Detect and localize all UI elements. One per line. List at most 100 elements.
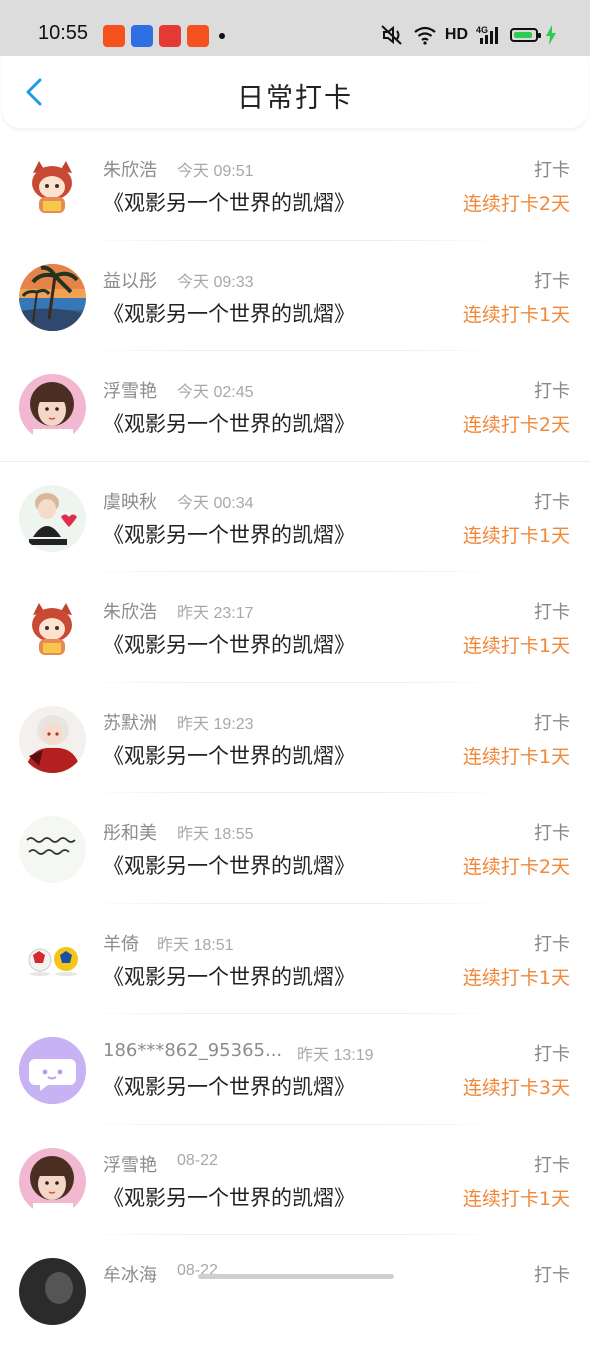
- checkin-content: 《观影另一个世界的凯熠》: [103, 633, 355, 657]
- checkin-action-label: 打卡: [534, 491, 570, 513]
- streak-label: 连续打卡3天: [462, 1077, 570, 1099]
- checkin-row[interactable]: 朱欣浩 今天 09:51 《观影另一个世界的凯熠》 打卡 连续打卡2天: [0, 130, 590, 241]
- user-name: 虞映秋: [103, 491, 157, 513]
- checkin-content: 《观影另一个世界的凯熠》: [103, 191, 355, 215]
- user-name: 朱欣浩: [103, 602, 157, 623]
- checkin-content: 《观影另一个世界的凯熠》: [103, 854, 355, 878]
- user-name: 浮雪艳: [103, 381, 157, 402]
- status-time: 10:55: [38, 22, 89, 44]
- status-bar: 10:55 HD 4G: [0, 0, 590, 56]
- dark-photo-avatar-image: [19, 1258, 86, 1325]
- checkin-time: 昨天 13:19: [297, 1047, 374, 1064]
- handwriting-avatar-image: [19, 816, 86, 883]
- user-avatar[interactable]: [19, 595, 86, 662]
- checkin-row[interactable]: 牟冰海 08-22 打卡: [0, 1235, 590, 1346]
- checkin-action-label: 打卡: [534, 1044, 570, 1065]
- user-avatar[interactable]: [19, 816, 86, 883]
- soccer-balls-avatar-image: [19, 926, 86, 994]
- checkin-time: 昨天 19:23: [177, 715, 254, 733]
- checkin-list: 朱欣浩 今天 09:51 《观影另一个世界的凯熠》 打卡 连续打卡2天 益以彤 …: [0, 130, 590, 1346]
- user-avatar[interactable]: [19, 926, 86, 994]
- streak-label: 连续打卡1天: [462, 635, 570, 657]
- streak-label: 连续打卡2天: [462, 193, 570, 215]
- top-app-bar: 日常打卡: [2, 56, 588, 128]
- streak-label: 连续打卡1天: [462, 966, 570, 989]
- checkin-time: 今天 02:45: [177, 384, 254, 401]
- checkin-content: 《观影另一个世界的凯熠》: [103, 412, 355, 436]
- battery-icon: [510, 28, 541, 42]
- streak-label: 连续打卡1天: [462, 524, 570, 547]
- streak-label: 连续打卡1天: [462, 1187, 570, 1210]
- user-avatar[interactable]: [19, 1147, 86, 1215]
- status-app-icons: [103, 25, 225, 47]
- checkin-action-label: 打卡: [534, 602, 570, 623]
- checkin-action-label: 打卡: [534, 270, 570, 292]
- streak-label: 连续打卡2天: [462, 856, 570, 878]
- more-notifications-dot: [219, 33, 225, 39]
- anime-character-avatar-image: [19, 153, 86, 220]
- user-avatar[interactable]: [19, 1037, 86, 1104]
- checkin-time: 08-22: [177, 1151, 218, 1169]
- anime-character-avatar-image: [19, 595, 86, 662]
- user-avatar[interactable]: [19, 374, 86, 441]
- streak-label: 连续打卡1天: [462, 745, 570, 768]
- anime-red-warrior-avatar-image: [19, 705, 86, 773]
- checkin-time: 昨天 23:17: [177, 605, 254, 622]
- charging-icon: [546, 25, 556, 45]
- svg-text:4G: 4G: [476, 25, 488, 35]
- checkin-row[interactable]: 彤和美 昨天 18:55 《观影另一个世界的凯熠》 打卡 连续打卡2天: [0, 793, 590, 904]
- checkin-time: 昨天 18:55: [177, 826, 254, 843]
- checkin-row[interactable]: 186***862_95365... 昨天 13:19 《观影另一个世界的凯熠》…: [0, 1014, 590, 1125]
- checkin-content: 《观影另一个世界的凯熠》: [103, 1185, 355, 1210]
- checkin-content: 《观影另一个世界的凯熠》: [103, 1075, 355, 1099]
- mute-icon: [381, 25, 402, 45]
- user-avatar[interactable]: [19, 153, 86, 220]
- girl-portrait-avatar-image: [19, 1147, 86, 1215]
- signal-icon: 4G: [476, 25, 498, 44]
- streak-label: 连续打卡2天: [462, 414, 570, 436]
- user-name: 羊倚: [103, 933, 139, 955]
- page-title: 日常打卡: [237, 83, 353, 114]
- checkin-time: 昨天 18:51: [157, 936, 234, 954]
- checkin-action-label: 打卡: [534, 160, 570, 181]
- checkin-time: 今天 00:34: [177, 494, 254, 512]
- battery-level: [514, 32, 532, 38]
- user-name: 苏默洲: [103, 712, 157, 734]
- checkin-row[interactable]: 虞映秋 今天 00:34 《观影另一个世界的凯熠》 打卡 连续打卡1天: [0, 462, 590, 572]
- default-chat-avatar-image: [19, 1037, 86, 1104]
- checkin-row[interactable]: 益以彤 今天 09:33 《观影另一个世界的凯熠》 打卡 连续打卡1天: [0, 241, 590, 351]
- baidu-app-icon: [131, 25, 153, 47]
- user-avatar[interactable]: [19, 705, 86, 773]
- checkin-row[interactable]: 浮雪艳 08-22 《观影另一个世界的凯熠》 打卡 连续打卡1天: [0, 1125, 590, 1235]
- checkin-row[interactable]: 浮雪艳 今天 02:45 《观影另一个世界的凯熠》 打卡 连续打卡2天: [0, 351, 590, 462]
- checkin-action-label: 打卡: [534, 933, 570, 955]
- user-name: 186***862_95365...: [103, 1040, 283, 1061]
- checkin-content: 《观影另一个世界的凯熠》: [103, 301, 355, 326]
- user-avatar[interactable]: [19, 1258, 86, 1325]
- user-name: 浮雪艳: [103, 1154, 157, 1176]
- user-avatar[interactable]: [19, 484, 86, 552]
- checkin-content: 《观影另一个世界的凯熠》: [103, 522, 355, 547]
- checkin-row[interactable]: 朱欣浩 昨天 23:17 《观影另一个世界的凯熠》 打卡 连续打卡1天: [0, 572, 590, 683]
- checkin-time: 今天 09:33: [177, 273, 254, 291]
- user-name: 彤和美: [103, 823, 157, 844]
- checkin-row[interactable]: 羊倚 昨天 18:51 《观影另一个世界的凯熠》 打卡 连续打卡1天: [0, 904, 590, 1014]
- user-name: 朱欣浩: [103, 160, 157, 181]
- toutiao-app-icon: [159, 25, 181, 47]
- streak-label: 连续打卡1天: [462, 303, 570, 326]
- checkin-row[interactable]: 苏默洲 昨天 19:23 《观影另一个世界的凯熠》 打卡 连续打卡1天: [0, 683, 590, 793]
- home-indicator[interactable]: [198, 1274, 394, 1279]
- checkin-time: 今天 09:51: [177, 163, 254, 180]
- checkin-action-label: 打卡: [534, 712, 570, 734]
- girl-portrait-avatar-image: [19, 374, 86, 441]
- checkin-action-label: 打卡: [534, 823, 570, 844]
- checkin-content: 《观影另一个世界的凯熠》: [103, 743, 355, 768]
- app-notification-icon: [103, 25, 125, 47]
- checkin-action-label: 打卡: [534, 1265, 570, 1286]
- wifi-icon: [414, 26, 436, 45]
- checkin-action-label: 打卡: [534, 381, 570, 402]
- user-name: 牟冰海: [103, 1265, 157, 1286]
- beach-palm-sunset-avatar-image: [19, 263, 86, 331]
- user-avatar[interactable]: [19, 263, 86, 331]
- checkin-action-label: 打卡: [534, 1154, 570, 1176]
